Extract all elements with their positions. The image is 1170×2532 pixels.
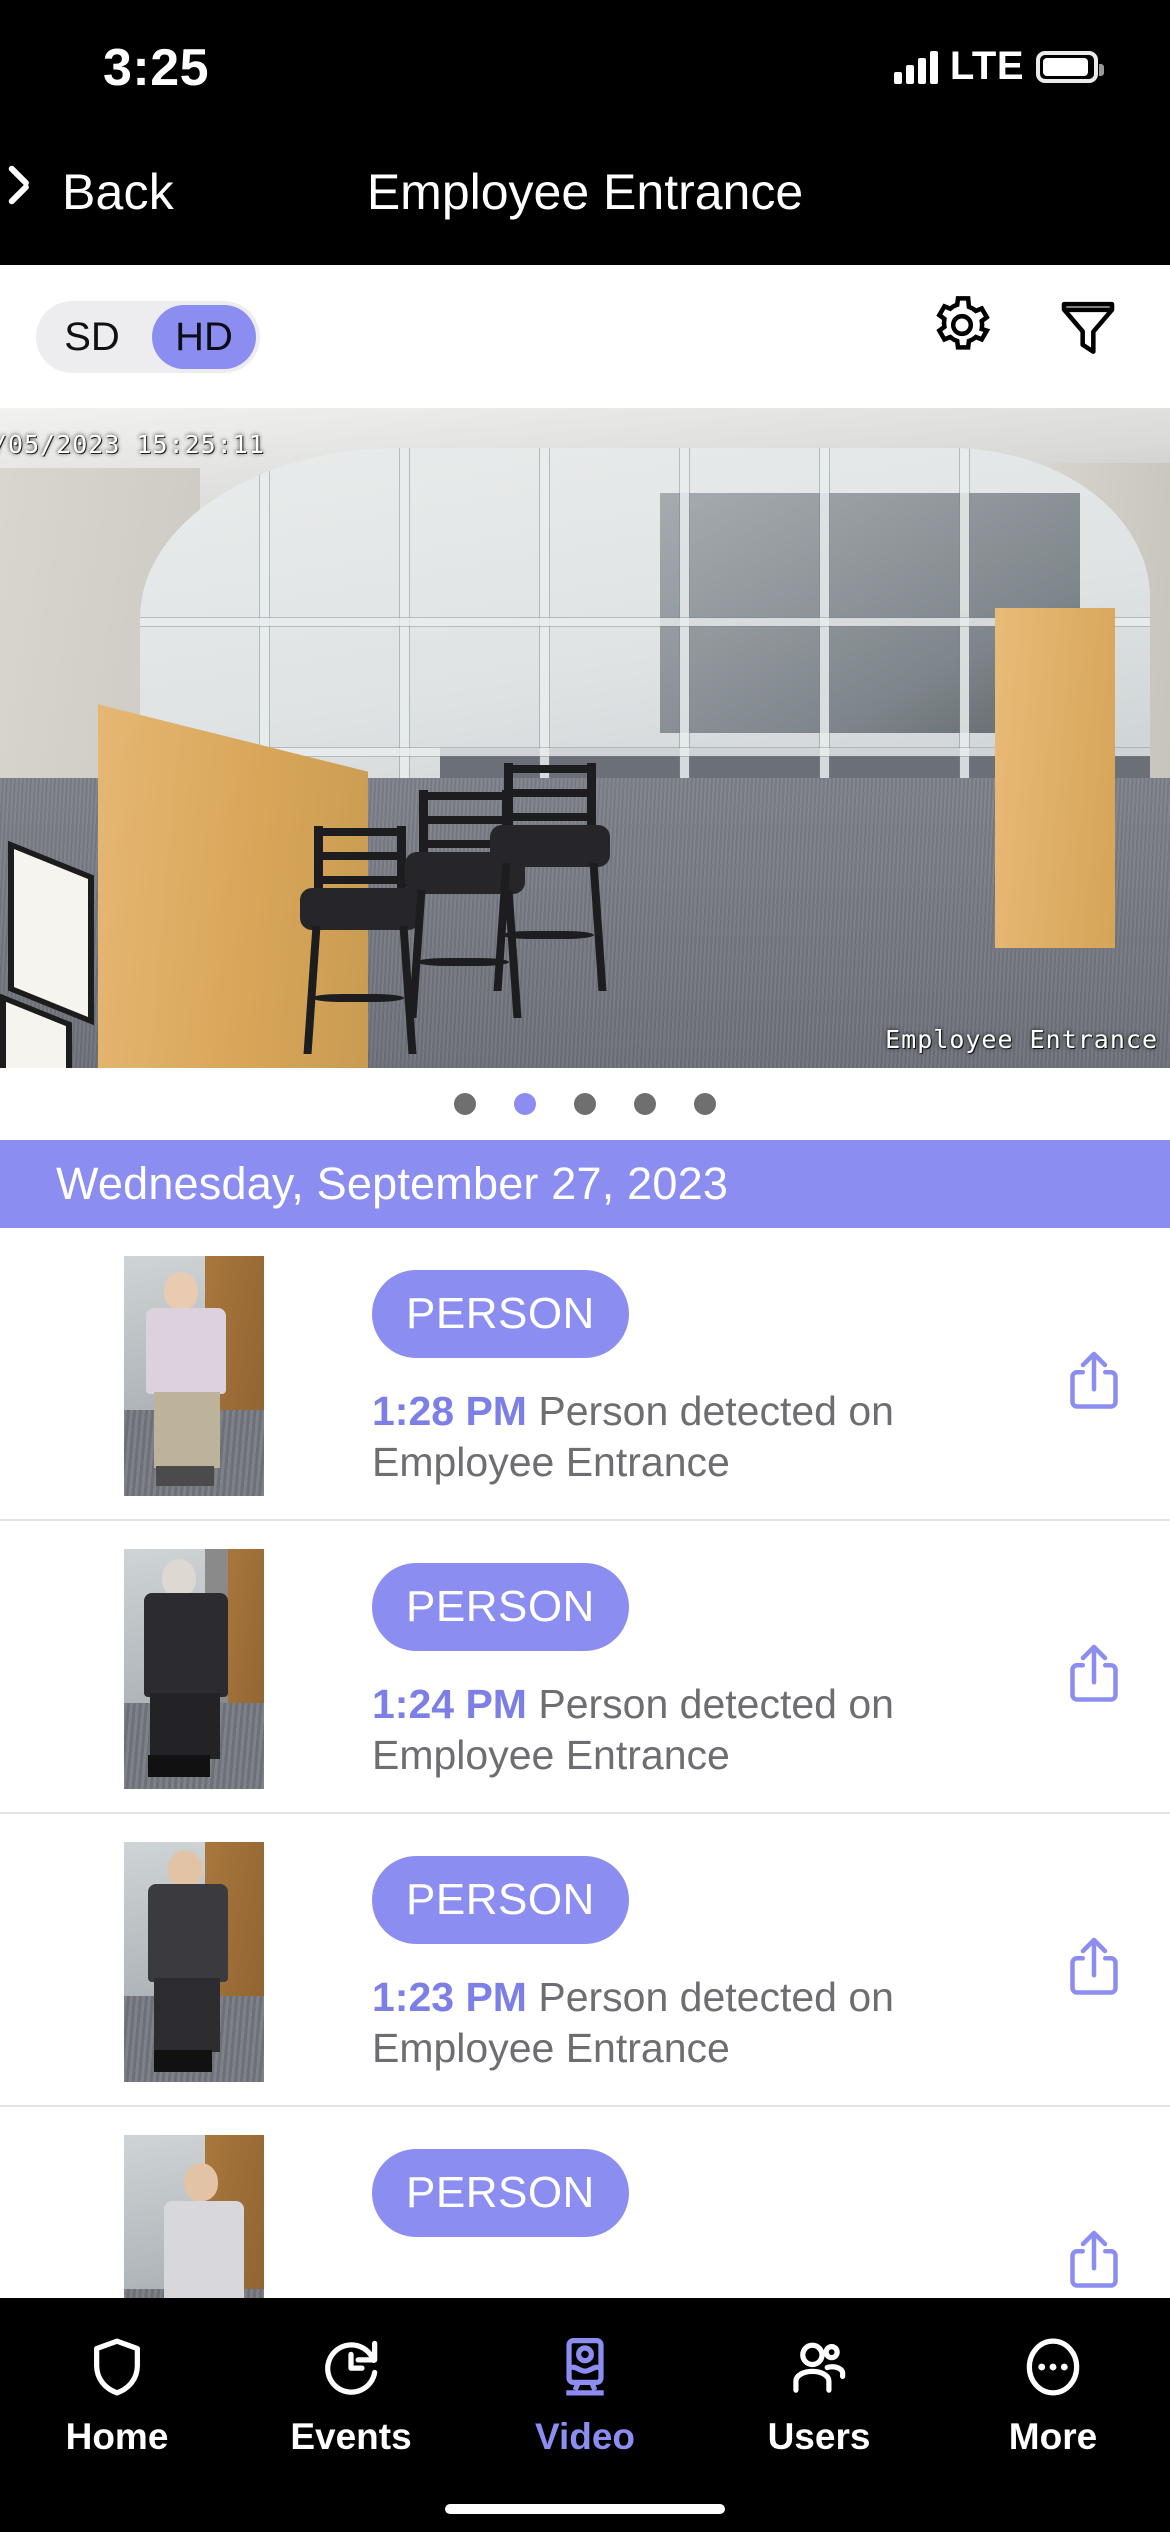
tab-label: Video	[534, 2416, 636, 2457]
tab-users[interactable]: Users	[702, 2334, 936, 2458]
event-time: 1:24 PM	[372, 1681, 527, 1727]
page-dot[interactable]	[574, 1093, 596, 1115]
tab-video[interactable]: Video	[468, 2334, 702, 2458]
status-badge: PERSON	[372, 1856, 629, 1944]
share-icon[interactable]	[1064, 1348, 1124, 1414]
date-header: Wednesday, September 27, 2023	[0, 1140, 1170, 1228]
tab-label: Home	[65, 2416, 169, 2457]
tab-events[interactable]: Events	[234, 2334, 468, 2458]
camera-toolbar: SD HD	[0, 265, 1170, 408]
quality-option-sd[interactable]: SD	[40, 305, 144, 369]
video-stool	[300, 826, 420, 1056]
home-indicator[interactable]	[445, 2504, 725, 2514]
funnel-icon[interactable]	[1056, 293, 1120, 357]
tab-label: Users	[767, 2416, 871, 2457]
navigation-bar: Back Employee Entrance	[0, 135, 1170, 265]
tab-label: Events	[290, 2416, 412, 2457]
table-row[interactable]: PERSON 1:23 PM Person detected on Employ…	[0, 1814, 1170, 2107]
page-dot[interactable]	[454, 1093, 476, 1115]
event-list[interactable]: PERSON 1:28 PM Person detected on Employ…	[0, 1228, 1170, 2298]
video-wood-door	[995, 608, 1115, 948]
video-camera-label: Employee Entrance	[885, 1025, 1158, 1054]
status-badge: PERSON	[372, 1270, 629, 1358]
history-icon	[325, 2340, 378, 2395]
page-dot[interactable]	[694, 1093, 716, 1115]
video-timestamp-overlay: /05/2023 15:25:11	[0, 430, 265, 459]
person-thumbnail[interactable]	[124, 1549, 264, 1789]
users-icon	[793, 2342, 846, 2393]
event-description: 1:23 PM Person detected on Employee Entr…	[372, 1972, 992, 2075]
share-icon[interactable]	[1064, 1934, 1124, 2000]
table-row[interactable]: PERSON	[0, 2107, 1170, 2298]
status-bar: 3:25 LTE	[0, 0, 1170, 135]
tab-home[interactable]: Home	[0, 2334, 234, 2458]
person-thumbnail[interactable]	[124, 1256, 264, 1496]
share-icon[interactable]	[1064, 1641, 1124, 1707]
video-stool	[490, 763, 610, 993]
live-video-feed[interactable]: /05/2023 15:25:11 Employee Entrance	[0, 408, 1170, 1068]
quality-segmented-control[interactable]: SD HD	[36, 301, 260, 373]
event-time: 1:28 PM	[372, 1388, 527, 1434]
person-thumbnail[interactable]	[124, 1842, 264, 2082]
more-circle-icon	[1026, 2338, 1080, 2396]
event-time: 1:23 PM	[372, 1974, 527, 2020]
app-screen: 3:25 LTE Back Employee Entrance SD HD /0…	[0, 0, 1170, 2532]
page-dot[interactable]	[634, 1093, 656, 1115]
status-badge: PERSON	[372, 2149, 629, 2237]
camera-page-dots	[0, 1068, 1170, 1140]
gear-icon[interactable]	[930, 293, 994, 357]
battery-icon	[1036, 50, 1104, 83]
status-indicators: LTE	[893, 44, 1104, 89]
event-description: 1:28 PM Person detected on Employee Entr…	[372, 1386, 992, 1489]
event-description: 1:24 PM Person detected on Employee Entr…	[372, 1679, 992, 1782]
page-dot-active[interactable]	[514, 1093, 536, 1115]
page-title: Employee Entrance	[366, 164, 804, 220]
share-icon[interactable]	[1064, 2227, 1124, 2293]
person-thumbnail[interactable]	[124, 2135, 264, 2298]
network-type-label: LTE	[949, 44, 1024, 88]
quality-option-hd[interactable]: HD	[152, 305, 256, 369]
table-row[interactable]: PERSON 1:24 PM Person detected on Employ…	[0, 1521, 1170, 1814]
cellular-bars-icon	[893, 50, 938, 84]
status-time: 3:25	[103, 39, 210, 97]
date-header-label: Wednesday, September 27, 2023	[56, 1158, 729, 1209]
tab-label: More	[1008, 2416, 1098, 2457]
toolbar-actions	[930, 293, 1120, 357]
bottom-tab-bar: Home Events Video Users More	[0, 2298, 1170, 2532]
monitor-camera-icon	[566, 2337, 604, 2396]
shield-icon	[94, 2338, 140, 2396]
status-badge: PERSON	[372, 1563, 629, 1651]
tab-more[interactable]: More	[936, 2334, 1170, 2458]
table-row[interactable]: PERSON 1:28 PM Person detected on Employ…	[0, 1228, 1170, 1521]
